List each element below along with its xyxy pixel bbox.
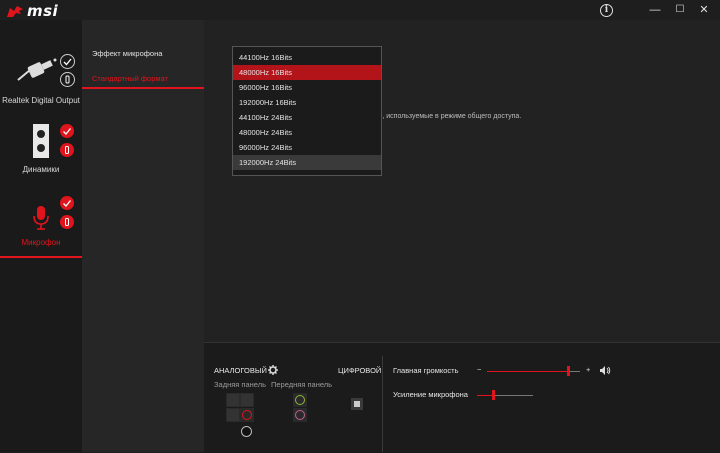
front-jack-headphone[interactable] [293, 393, 307, 407]
device-digital-output[interactable]: Realtek Digital Output [0, 42, 82, 112]
device-label: Realtek Digital Output [2, 96, 80, 105]
selected-indicator [0, 256, 82, 258]
close-button[interactable]: ✕ [697, 3, 711, 17]
brand-wordmark: msi [27, 2, 59, 20]
dropdown-option-selected[interactable]: 48000Hz 16Bits [233, 65, 381, 80]
device-speakers[interactable]: Динамики [0, 120, 82, 180]
microphone-icon [33, 206, 49, 230]
dropdown-option[interactable]: 96000Hz 24Bits [233, 140, 381, 155]
rear-jack[interactable] [226, 393, 240, 407]
format-dropdown-list[interactable]: 44100Hz 16Bits 48000Hz 16Bits 96000Hz 16… [232, 46, 382, 176]
divider [382, 356, 383, 452]
headphone-jack-icon [295, 395, 305, 405]
gear-icon[interactable] [268, 365, 278, 375]
master-volume-label: Главная громкость [393, 366, 459, 375]
mic-jack-icon [295, 410, 305, 420]
front-jack-mic[interactable] [293, 408, 307, 422]
check-icon[interactable] [60, 124, 74, 138]
settings-icon[interactable] [60, 215, 74, 229]
format-description: сть, используемые в режиме общего доступ… [372, 113, 522, 120]
tab-mic-effect[interactable]: Эффект микрофона [92, 49, 162, 58]
speaker-icon [33, 124, 49, 158]
rear-jack[interactable] [240, 393, 254, 407]
mic-jack-icon [242, 410, 252, 420]
volume-plus-button[interactable]: + [586, 365, 590, 374]
dropdown-option[interactable]: 44100Hz 24Bits [233, 110, 381, 125]
minimize-button[interactable]: — [648, 3, 662, 17]
speaker-volume-icon[interactable] [600, 366, 611, 375]
check-icon[interactable] [60, 196, 74, 210]
spdif-port-icon [354, 401, 360, 407]
rear-jack-mic[interactable] [240, 408, 254, 422]
master-volume-thumb[interactable] [567, 366, 571, 376]
device-microphone[interactable]: Микрофон [0, 190, 82, 258]
tab-default-format[interactable]: Стандартный формат [92, 74, 168, 83]
check-icon[interactable] [60, 54, 75, 69]
maximize-button[interactable]: ☐ [673, 3, 687, 17]
settings-icon[interactable] [60, 72, 75, 87]
mic-boost-fill [477, 395, 494, 396]
rear-jack[interactable] [226, 408, 240, 422]
digital-label: ЦИФРОВОЙ [338, 366, 382, 375]
rear-jack-optical[interactable] [241, 426, 252, 437]
mic-boost-label: Усиление микрофона [393, 390, 468, 399]
info-icon[interactable]: i [600, 4, 613, 17]
master-volume-fill [487, 371, 569, 372]
analog-label: АНАЛОГОВЫЙ [214, 366, 267, 375]
digital-jack[interactable] [351, 398, 363, 410]
dropdown-option[interactable]: 96000Hz 16Bits [233, 80, 381, 95]
device-label: Динамики [22, 165, 60, 174]
device-label: Микрофон [21, 238, 61, 247]
dropdown-option[interactable]: 44100Hz 16Bits [233, 50, 381, 65]
msi-logo: msi [6, 2, 66, 20]
front-panel-label: Передняя панель [271, 380, 333, 389]
dropdown-option[interactable]: 48000Hz 24Bits [233, 125, 381, 140]
device-options-panel: Эффект микрофона Стандартный формат [82, 20, 204, 452]
dropdown-option-hover[interactable]: 192000Hz 24Bits [233, 155, 381, 170]
volume-minus-button[interactable]: − [477, 365, 481, 374]
tab-underline [82, 87, 204, 89]
settings-icon[interactable] [60, 143, 74, 157]
device-sidebar: Realtek Digital Output Динамики Микрофон [0, 20, 82, 452]
rear-panel-label: Задняя панель [214, 380, 267, 389]
spdif-cable-icon [17, 58, 57, 81]
dropdown-option[interactable]: 192000Hz 16Bits [233, 95, 381, 110]
mic-boost-thumb[interactable] [492, 390, 496, 400]
msi-dragon-icon [7, 5, 23, 17]
